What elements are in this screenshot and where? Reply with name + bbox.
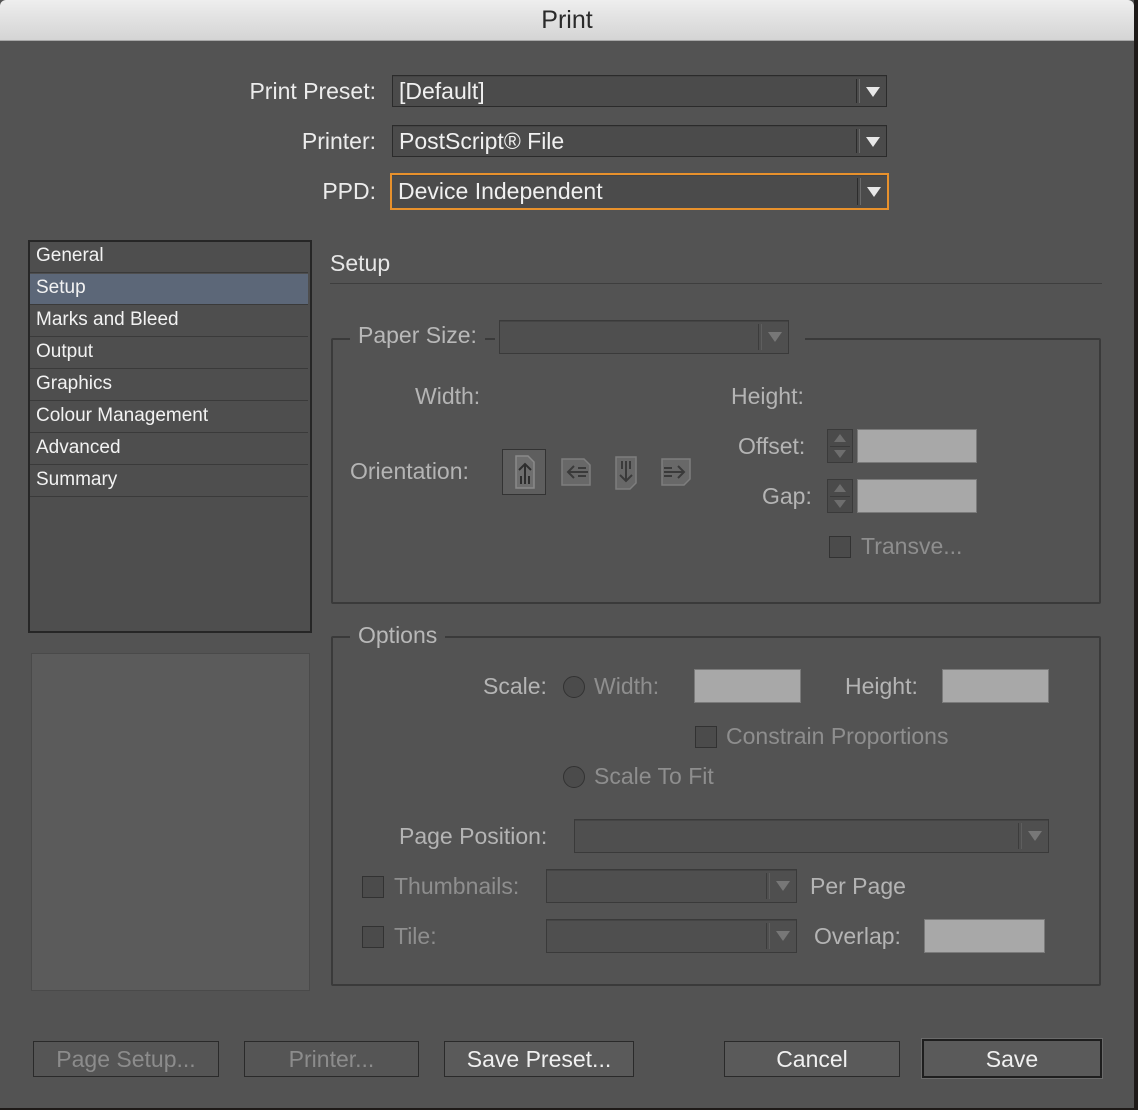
transverse-label: Transve... (861, 533, 963, 559)
print-preset-label: Print Preset: (249, 78, 376, 104)
title-bar[interactable]: Print (0, 0, 1134, 41)
gap-label: Gap: (762, 483, 812, 509)
orientation-reverse-portrait-button[interactable] (604, 449, 648, 495)
tile-checkbox[interactable] (362, 926, 384, 948)
stepper-up-icon (834, 484, 846, 492)
category-graphics[interactable]: Graphics (30, 370, 308, 401)
paper-size-label: Paper Size: (350, 322, 485, 349)
chevron-down-icon (866, 87, 880, 97)
window-title: Print (541, 6, 593, 34)
category-marks-and-bleed[interactable]: Marks and Bleed (30, 306, 308, 337)
panel-title: Setup (330, 250, 391, 276)
chevron-down-icon (867, 187, 881, 197)
scale-width-radio[interactable] (563, 676, 585, 698)
options-legend: Options (350, 622, 446, 649)
select-separator (1018, 823, 1022, 849)
scale-height-field[interactable] (942, 669, 1049, 703)
tile-label: Tile: (394, 923, 437, 949)
paper-size-select[interactable] (499, 320, 789, 354)
constrain-proportions-checkbox[interactable] (695, 726, 717, 748)
printer-select[interactable]: PostScript® File (392, 125, 887, 157)
category-colour-management[interactable]: Colour Management (30, 402, 308, 433)
ppd-label: PPD: (322, 178, 376, 204)
landscape-icon (561, 458, 591, 486)
category-output[interactable]: Output (30, 338, 308, 369)
cancel-button[interactable]: Cancel (724, 1041, 900, 1077)
select-separator (857, 178, 861, 205)
stepper-up-icon (834, 434, 846, 442)
ppd-select[interactable]: Device Independent (390, 173, 889, 210)
paper-height-label: Height: (731, 383, 804, 409)
stepper-down-icon (834, 500, 846, 508)
stepper-divider (830, 496, 850, 497)
chevron-down-icon (776, 931, 790, 941)
reverse-portrait-icon (615, 456, 637, 490)
portrait-icon (515, 455, 535, 489)
constrain-proportions-label: Constrain Proportions (726, 723, 949, 749)
tile-select[interactable] (546, 919, 797, 953)
overlap-field[interactable] (924, 919, 1045, 953)
offset-stepper[interactable] (827, 429, 853, 463)
printer-value: PostScript® File (399, 128, 565, 154)
category-setup[interactable]: Setup (30, 274, 308, 305)
save-button[interactable]: Save (922, 1039, 1102, 1078)
gap-stepper[interactable] (827, 479, 853, 513)
print-preset-select[interactable]: [Default] (392, 75, 887, 107)
chevron-down-icon (866, 137, 880, 147)
category-advanced[interactable]: Advanced (30, 434, 308, 465)
gap-field[interactable] (857, 479, 977, 513)
stepper-divider (830, 446, 850, 447)
scale-width-label: Width: (594, 673, 660, 699)
category-summary[interactable]: Summary (30, 466, 308, 497)
print-preset-value: [Default] (399, 78, 485, 104)
stepper-down-icon (834, 450, 846, 458)
select-separator (758, 324, 762, 350)
offset-field[interactable] (857, 429, 977, 463)
scale-label: Scale: (483, 673, 547, 699)
orientation-portrait-button[interactable] (502, 449, 546, 495)
per-page-label: Per Page (810, 873, 906, 899)
page-setup-button[interactable]: Page Setup... (33, 1041, 219, 1077)
chevron-down-icon (1028, 831, 1042, 841)
save-preset-button[interactable]: Save Preset... (444, 1041, 634, 1077)
select-separator (766, 873, 770, 899)
page-position-label: Page Position: (399, 823, 548, 849)
reverse-landscape-icon (661, 458, 691, 486)
orientation-label: Orientation: (350, 458, 469, 484)
panel-divider (330, 283, 1102, 284)
orientation-landscape-button[interactable] (554, 449, 598, 495)
overlap-label: Overlap: (814, 923, 901, 949)
category-general[interactable]: General (30, 242, 308, 273)
scale-to-fit-radio[interactable] (563, 766, 585, 788)
printer-label: Printer: (301, 128, 376, 154)
print-dialog: Print Print Preset: [Default] Printer: P… (0, 0, 1134, 1108)
select-separator (766, 923, 770, 949)
paper-width-label: Width: (415, 383, 481, 409)
scale-to-fit-label: Scale To Fit (594, 763, 714, 789)
ppd-value: Device Independent (398, 178, 603, 204)
transverse-checkbox[interactable] (829, 536, 851, 558)
offset-label: Offset: (738, 433, 806, 459)
orientation-reverse-landscape-button[interactable] (654, 449, 698, 495)
select-separator (856, 79, 860, 103)
page-preview (31, 653, 310, 991)
select-separator (856, 129, 860, 153)
thumbnails-label: Thumbnails: (394, 873, 520, 899)
chevron-down-icon (768, 332, 782, 342)
scale-height-label: Height: (845, 673, 918, 699)
scale-width-field[interactable] (694, 669, 801, 703)
page-position-select[interactable] (574, 819, 1049, 853)
chevron-down-icon (776, 881, 790, 891)
printer-button[interactable]: Printer... (244, 1041, 419, 1077)
category-list: General Setup Marks and Bleed Output Gra… (28, 240, 312, 633)
thumbnails-select[interactable] (546, 869, 797, 903)
thumbnails-checkbox[interactable] (362, 876, 384, 898)
